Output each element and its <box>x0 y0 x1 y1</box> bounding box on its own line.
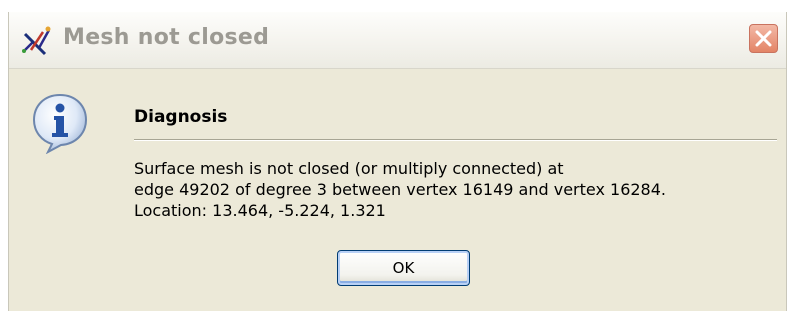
close-icon <box>755 30 772 47</box>
heading-divider <box>134 139 777 141</box>
message-line: Location: 13.464, -5.224, 1.321 <box>134 201 386 220</box>
title-bar[interactable]: Mesh not closed <box>9 12 786 69</box>
ok-button[interactable]: OK <box>337 250 470 286</box>
dialog-heading: Diagnosis <box>134 107 228 127</box>
mesh-tool-icon <box>19 24 53 58</box>
window-title: Mesh not closed <box>63 25 270 50</box>
close-button[interactable] <box>749 24 778 53</box>
message-line: edge 49202 of degree 3 between vertex 16… <box>134 180 666 199</box>
mesh-not-closed-dialog: Mesh not closed Diagnosis Surface mesh i… <box>8 12 787 311</box>
message-line: Surface mesh is not closed (or multiply … <box>134 159 564 178</box>
information-icon <box>31 92 89 155</box>
dialog-message: Surface mesh is not closed (or multiply … <box>134 158 666 221</box>
